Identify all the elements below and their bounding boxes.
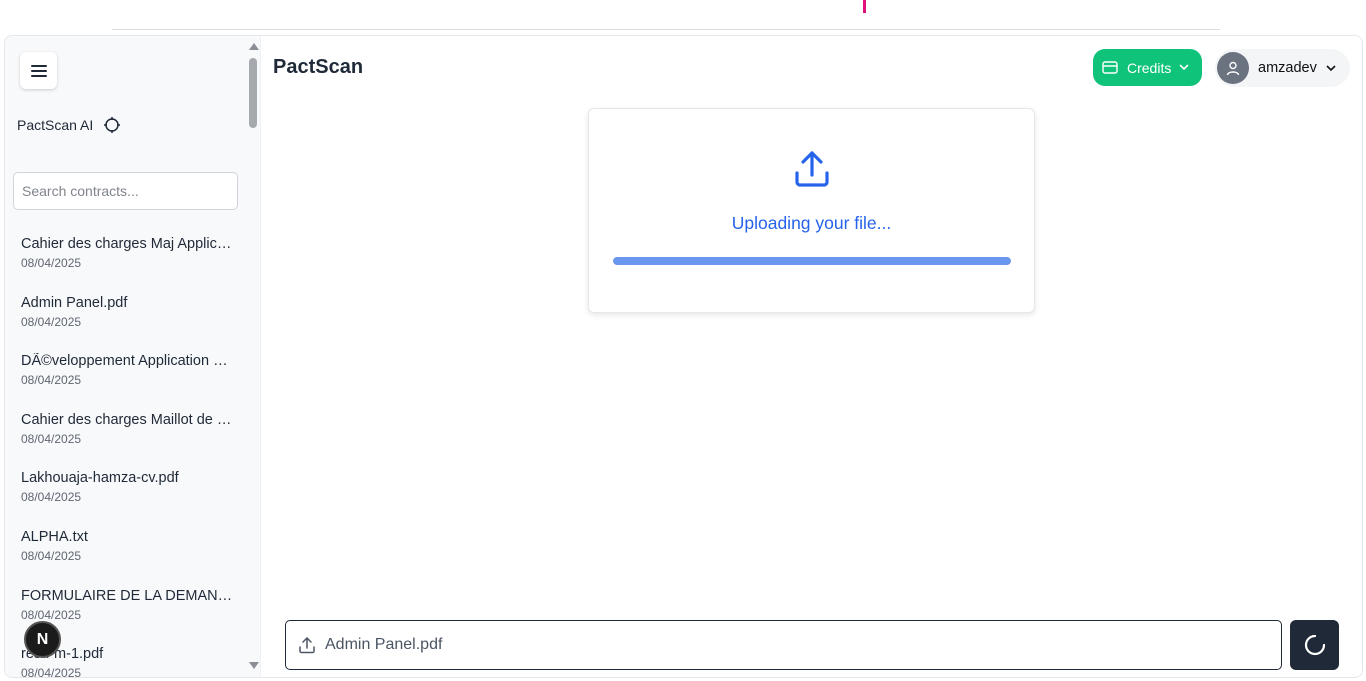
username: amzadev — [1258, 60, 1317, 76]
crosshair-icon[interactable] — [103, 116, 121, 134]
contract-date: 08/04/2025 — [21, 256, 82, 270]
contract-date: 08/04/2025 — [21, 548, 82, 563]
upload-progress-fill — [613, 257, 1011, 265]
hamburger-icon — [30, 64, 47, 77]
brand-label: PactScan AI — [17, 117, 94, 133]
upload-icon — [299, 637, 315, 654]
browser-top-strip — [0, 0, 1366, 34]
menu-toggle-button[interactable] — [20, 52, 57, 89]
upload-progress-bar — [613, 257, 1011, 265]
contract-date: 08/04/2025 — [21, 666, 82, 678]
sidebar-scrollbar[interactable] — [247, 36, 260, 677]
contract-name: Cahier des charges Maj Application.pdf — [21, 236, 233, 252]
credits-label: Credits — [1127, 59, 1172, 76]
dev-tools-badge[interactable]: N — [24, 621, 61, 658]
top-divider — [112, 29, 1220, 30]
upload-status-text: Uploading your file... — [731, 213, 892, 233]
scroll-up-arrow-icon[interactable] — [249, 43, 259, 50]
app-frame: PactScan AI Cahier des charges Maj Appli… — [4, 35, 1363, 678]
contract-item[interactable]: Cahier des charges Maj Application.pdf 0… — [21, 236, 233, 295]
contract-name: Cahier des charges Maillot de bain.pdf — [21, 411, 233, 428]
cursor-mark — [863, 0, 866, 13]
loading-spinner-icon — [1304, 634, 1325, 656]
contract-date: 08/04/2025 — [21, 490, 82, 505]
contract-item[interactable]: DÃ©veloppement Application Mobile.pdf 08… — [21, 353, 233, 412]
user-menu-button[interactable]: amzadev — [1215, 49, 1350, 87]
contracts-list: Cahier des charges Maj Application.pdf 0… — [21, 236, 233, 678]
credit-card-icon — [1102, 61, 1118, 74]
submit-button[interactable] — [1290, 620, 1339, 670]
contract-name: Admin Panel.pdf — [21, 294, 128, 311]
contract-item[interactable]: Admin Panel.pdf 08/04/2025 — [21, 295, 233, 354]
page-title: PactScan — [273, 56, 364, 78]
contract-date: 08/04/2025 — [21, 373, 82, 388]
contract-name: Lakhouaja-hamza-cv.pdf — [21, 470, 179, 487]
contract-date: 08/04/2025 — [21, 431, 82, 446]
scroll-down-arrow-icon[interactable] — [249, 662, 259, 669]
search-contracts-input[interactable] — [13, 172, 238, 210]
contract-date: 08/04/2025 — [21, 607, 82, 622]
contract-name: ALPHA.txt — [21, 528, 88, 545]
upload-status-card: Uploading your file... — [588, 108, 1035, 313]
credits-button[interactable]: Credits — [1093, 49, 1202, 86]
sidebar-brand: PactScan AI — [17, 116, 121, 134]
contract-name: FORMULAIRE DE LA DEMANDE.pdf — [21, 587, 233, 604]
contract-item[interactable]: Cahier des charges Maillot de bain.pdf 0… — [21, 412, 233, 471]
chevron-down-icon — [1326, 64, 1336, 72]
contract-name: DÃ©veloppement Application Mobile.pdf — [21, 353, 233, 370]
scrollbar-thumb[interactable] — [249, 58, 257, 128]
chevron-down-icon — [1179, 64, 1189, 71]
user-icon — [1226, 61, 1240, 75]
contract-item[interactable]: ALPHA.txt 08/04/2025 — [21, 529, 233, 588]
contract-item[interactable]: Lakhouaja-hamza-cv.pdf 08/04/2025 — [21, 470, 233, 529]
sidebar: PactScan AI Cahier des charges Maj Appli… — [5, 36, 261, 678]
selected-file-bar[interactable]: Admin Panel.pdf — [285, 620, 1282, 670]
selected-file-name: Admin Panel.pdf — [325, 636, 443, 653]
contract-date: 08/04/2025 — [21, 314, 82, 329]
avatar — [1217, 52, 1249, 84]
upload-icon — [792, 149, 832, 194]
